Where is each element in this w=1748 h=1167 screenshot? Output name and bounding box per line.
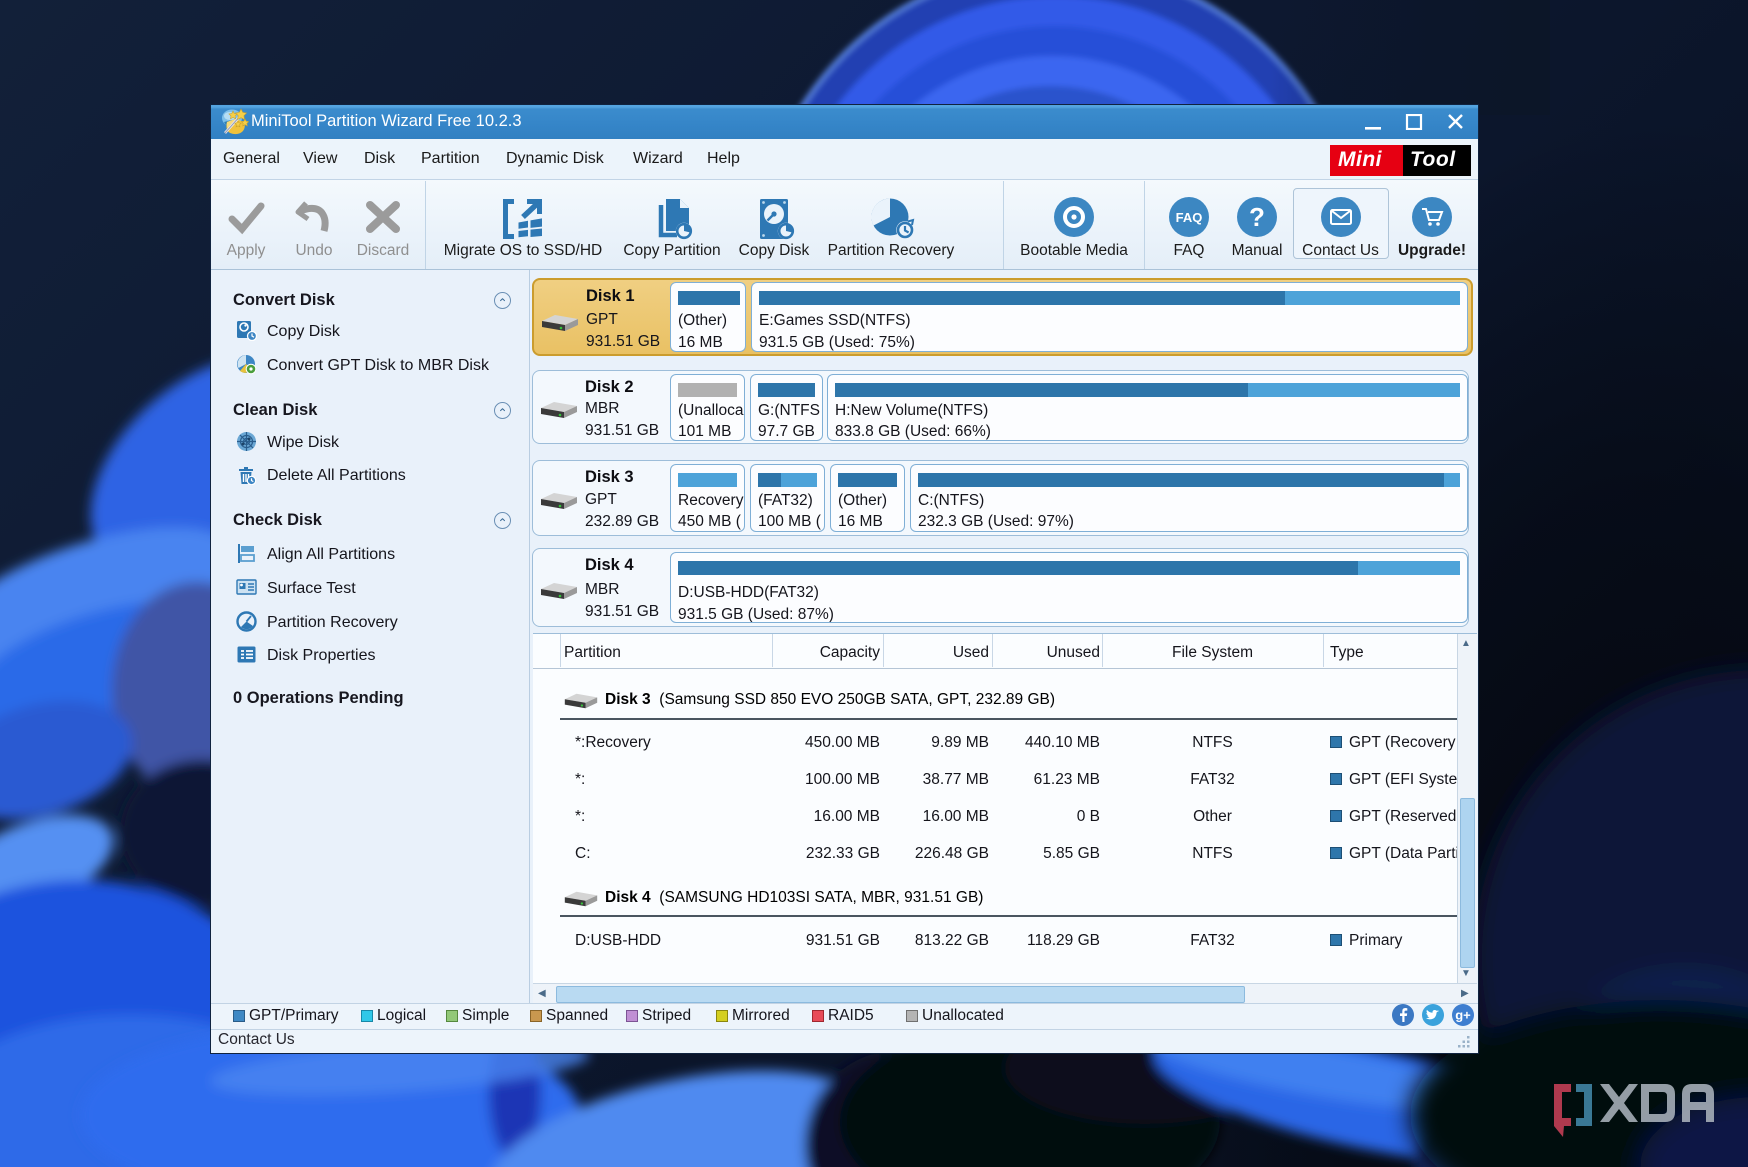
svg-text:g+: g+ [1455,1008,1471,1023]
